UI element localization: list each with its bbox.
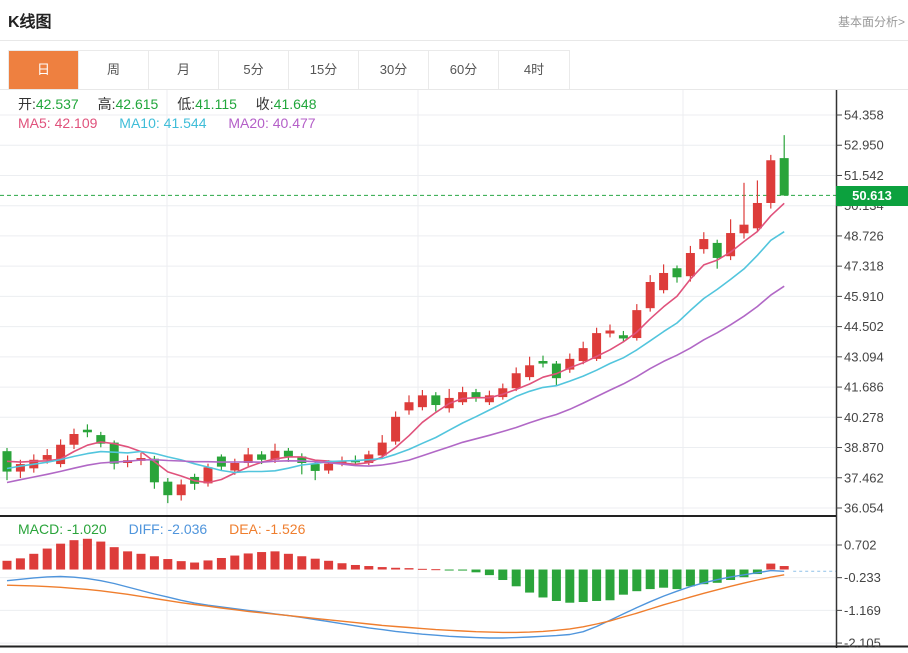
svg-text:41.686: 41.686 <box>844 380 884 395</box>
svg-text:54.358: 54.358 <box>844 108 884 123</box>
header-divider <box>0 40 908 41</box>
macd-value-readout: MACD: -1.020 <box>18 521 107 537</box>
svg-text:44.502: 44.502 <box>844 319 884 334</box>
diff-value-readout: DIFF: -2.036 <box>129 521 208 537</box>
low-value: 41.115 <box>195 96 237 112</box>
svg-text:36.054: 36.054 <box>844 500 884 515</box>
tab-60min[interactable]: 60分 <box>429 51 499 89</box>
open-value: 42.537 <box>36 96 79 112</box>
ma20-readout: MA20: 40.477 <box>228 115 315 131</box>
high-label: 高: <box>98 96 116 112</box>
svg-text:48.726: 48.726 <box>844 228 884 243</box>
svg-text:38.870: 38.870 <box>844 440 884 455</box>
tab-5min[interactable]: 5分 <box>219 51 289 89</box>
svg-text:-2.105: -2.105 <box>844 636 881 648</box>
close-label: 收: <box>256 96 274 112</box>
svg-text:0.702: 0.702 <box>844 538 877 553</box>
ma-readout: MA5: 42.109 MA10: 41.544 MA20: 40.477 <box>18 115 316 131</box>
svg-text:47.318: 47.318 <box>844 259 884 274</box>
dea-value-readout: DEA: -1.526 <box>229 521 305 537</box>
tab-4hour[interactable]: 4时 <box>499 51 569 89</box>
chart-canvas[interactable]: 54.35852.95051.54250.13448.72647.31845.9… <box>0 90 908 648</box>
tab-week[interactable]: 周 <box>79 51 149 89</box>
tab-15min[interactable]: 15分 <box>289 51 359 89</box>
current-price-badge: 50.613 <box>836 186 908 206</box>
tab-day[interactable]: 日 <box>9 51 79 89</box>
svg-text:40.278: 40.278 <box>844 410 884 425</box>
svg-text:52.950: 52.950 <box>844 138 884 153</box>
ma10-readout: MA10: 41.544 <box>119 115 206 131</box>
svg-text:-1.169: -1.169 <box>844 603 881 618</box>
tab-month[interactable]: 月 <box>149 51 219 89</box>
timeframe-tabbar: 日 周 月 5分 15分 30分 60分 4时 <box>8 50 570 90</box>
tab-30min[interactable]: 30分 <box>359 51 429 89</box>
svg-text:43.094: 43.094 <box>844 349 884 364</box>
low-label: 低: <box>177 96 195 112</box>
high-value: 42.615 <box>116 96 159 112</box>
open-label: 开: <box>18 96 36 112</box>
svg-text:45.910: 45.910 <box>844 289 884 304</box>
svg-text:37.462: 37.462 <box>844 470 884 485</box>
close-value: 41.648 <box>274 96 317 112</box>
chart-area: 54.35852.95051.54250.13448.72647.31845.9… <box>0 90 908 648</box>
page-title: K线图 <box>8 8 52 32</box>
fundamental-analysis-link[interactable]: 基本面分析> <box>838 13 905 30</box>
ma5-readout: MA5: 42.109 <box>18 115 97 131</box>
svg-text:-0.233: -0.233 <box>844 570 881 585</box>
svg-text:51.542: 51.542 <box>844 168 884 183</box>
ohlc-readout: 开:42.537 高:42.615 低:41.115 收:41.648 <box>18 94 332 114</box>
macd-readout: MACD: -1.020 DIFF: -2.036 DEA: -1.526 <box>18 521 305 537</box>
